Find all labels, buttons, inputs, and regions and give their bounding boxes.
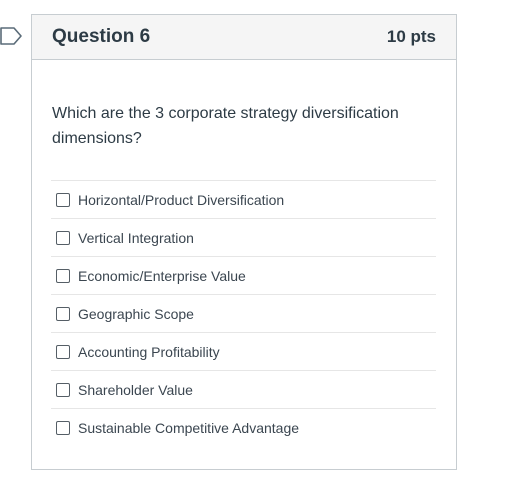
answer-option[interactable]: Geographic Scope: [51, 295, 436, 333]
answer-checkbox[interactable]: [56, 344, 70, 359]
question-title: Question 6: [52, 26, 151, 47]
answer-label: Sustainable Competitive Advantage: [78, 419, 300, 436]
answer-option[interactable]: Horizontal/Product Diversification: [51, 181, 436, 219]
answer-option[interactable]: Economic/Enterprise Value: [51, 257, 436, 295]
answer-option[interactable]: Vertical Integration: [51, 219, 436, 257]
question-header: Question 6 10 pts: [32, 15, 456, 60]
answer-checkbox[interactable]: [56, 230, 70, 245]
bookmark-flag-icon[interactable]: [0, 26, 24, 46]
question-text: Which are the 3 corporate strategy diver…: [52, 105, 399, 147]
answer-label: Vertical Integration: [78, 229, 194, 246]
answer-label: Geographic Scope: [78, 305, 194, 322]
answer-label: Horizontal/Product Diversification: [78, 191, 285, 208]
answer-option[interactable]: Shareholder Value: [51, 371, 436, 409]
answer-checkbox[interactable]: [56, 382, 70, 397]
answer-checkbox[interactable]: [56, 306, 70, 321]
answer-label: Accounting Profitability: [78, 343, 220, 360]
answer-option[interactable]: Accounting Profitability: [51, 333, 436, 371]
question-card: Question 6 10 pts Which are the 3 corpor…: [31, 14, 457, 470]
answer-option[interactable]: Sustainable Competitive Advantage: [51, 409, 436, 446]
answer-checkbox[interactable]: [56, 420, 70, 435]
answer-checkbox[interactable]: [56, 268, 70, 283]
answer-list: Horizontal/Product Diversification Verti…: [51, 180, 436, 446]
answer-label: Shareholder Value: [78, 381, 193, 398]
answer-checkbox[interactable]: [56, 192, 70, 207]
quiz-page: Question 6 10 pts Which are the 3 corpor…: [0, 0, 527, 488]
answer-label: Economic/Enterprise Value: [78, 267, 246, 284]
question-points: 10 pts: [386, 27, 436, 46]
